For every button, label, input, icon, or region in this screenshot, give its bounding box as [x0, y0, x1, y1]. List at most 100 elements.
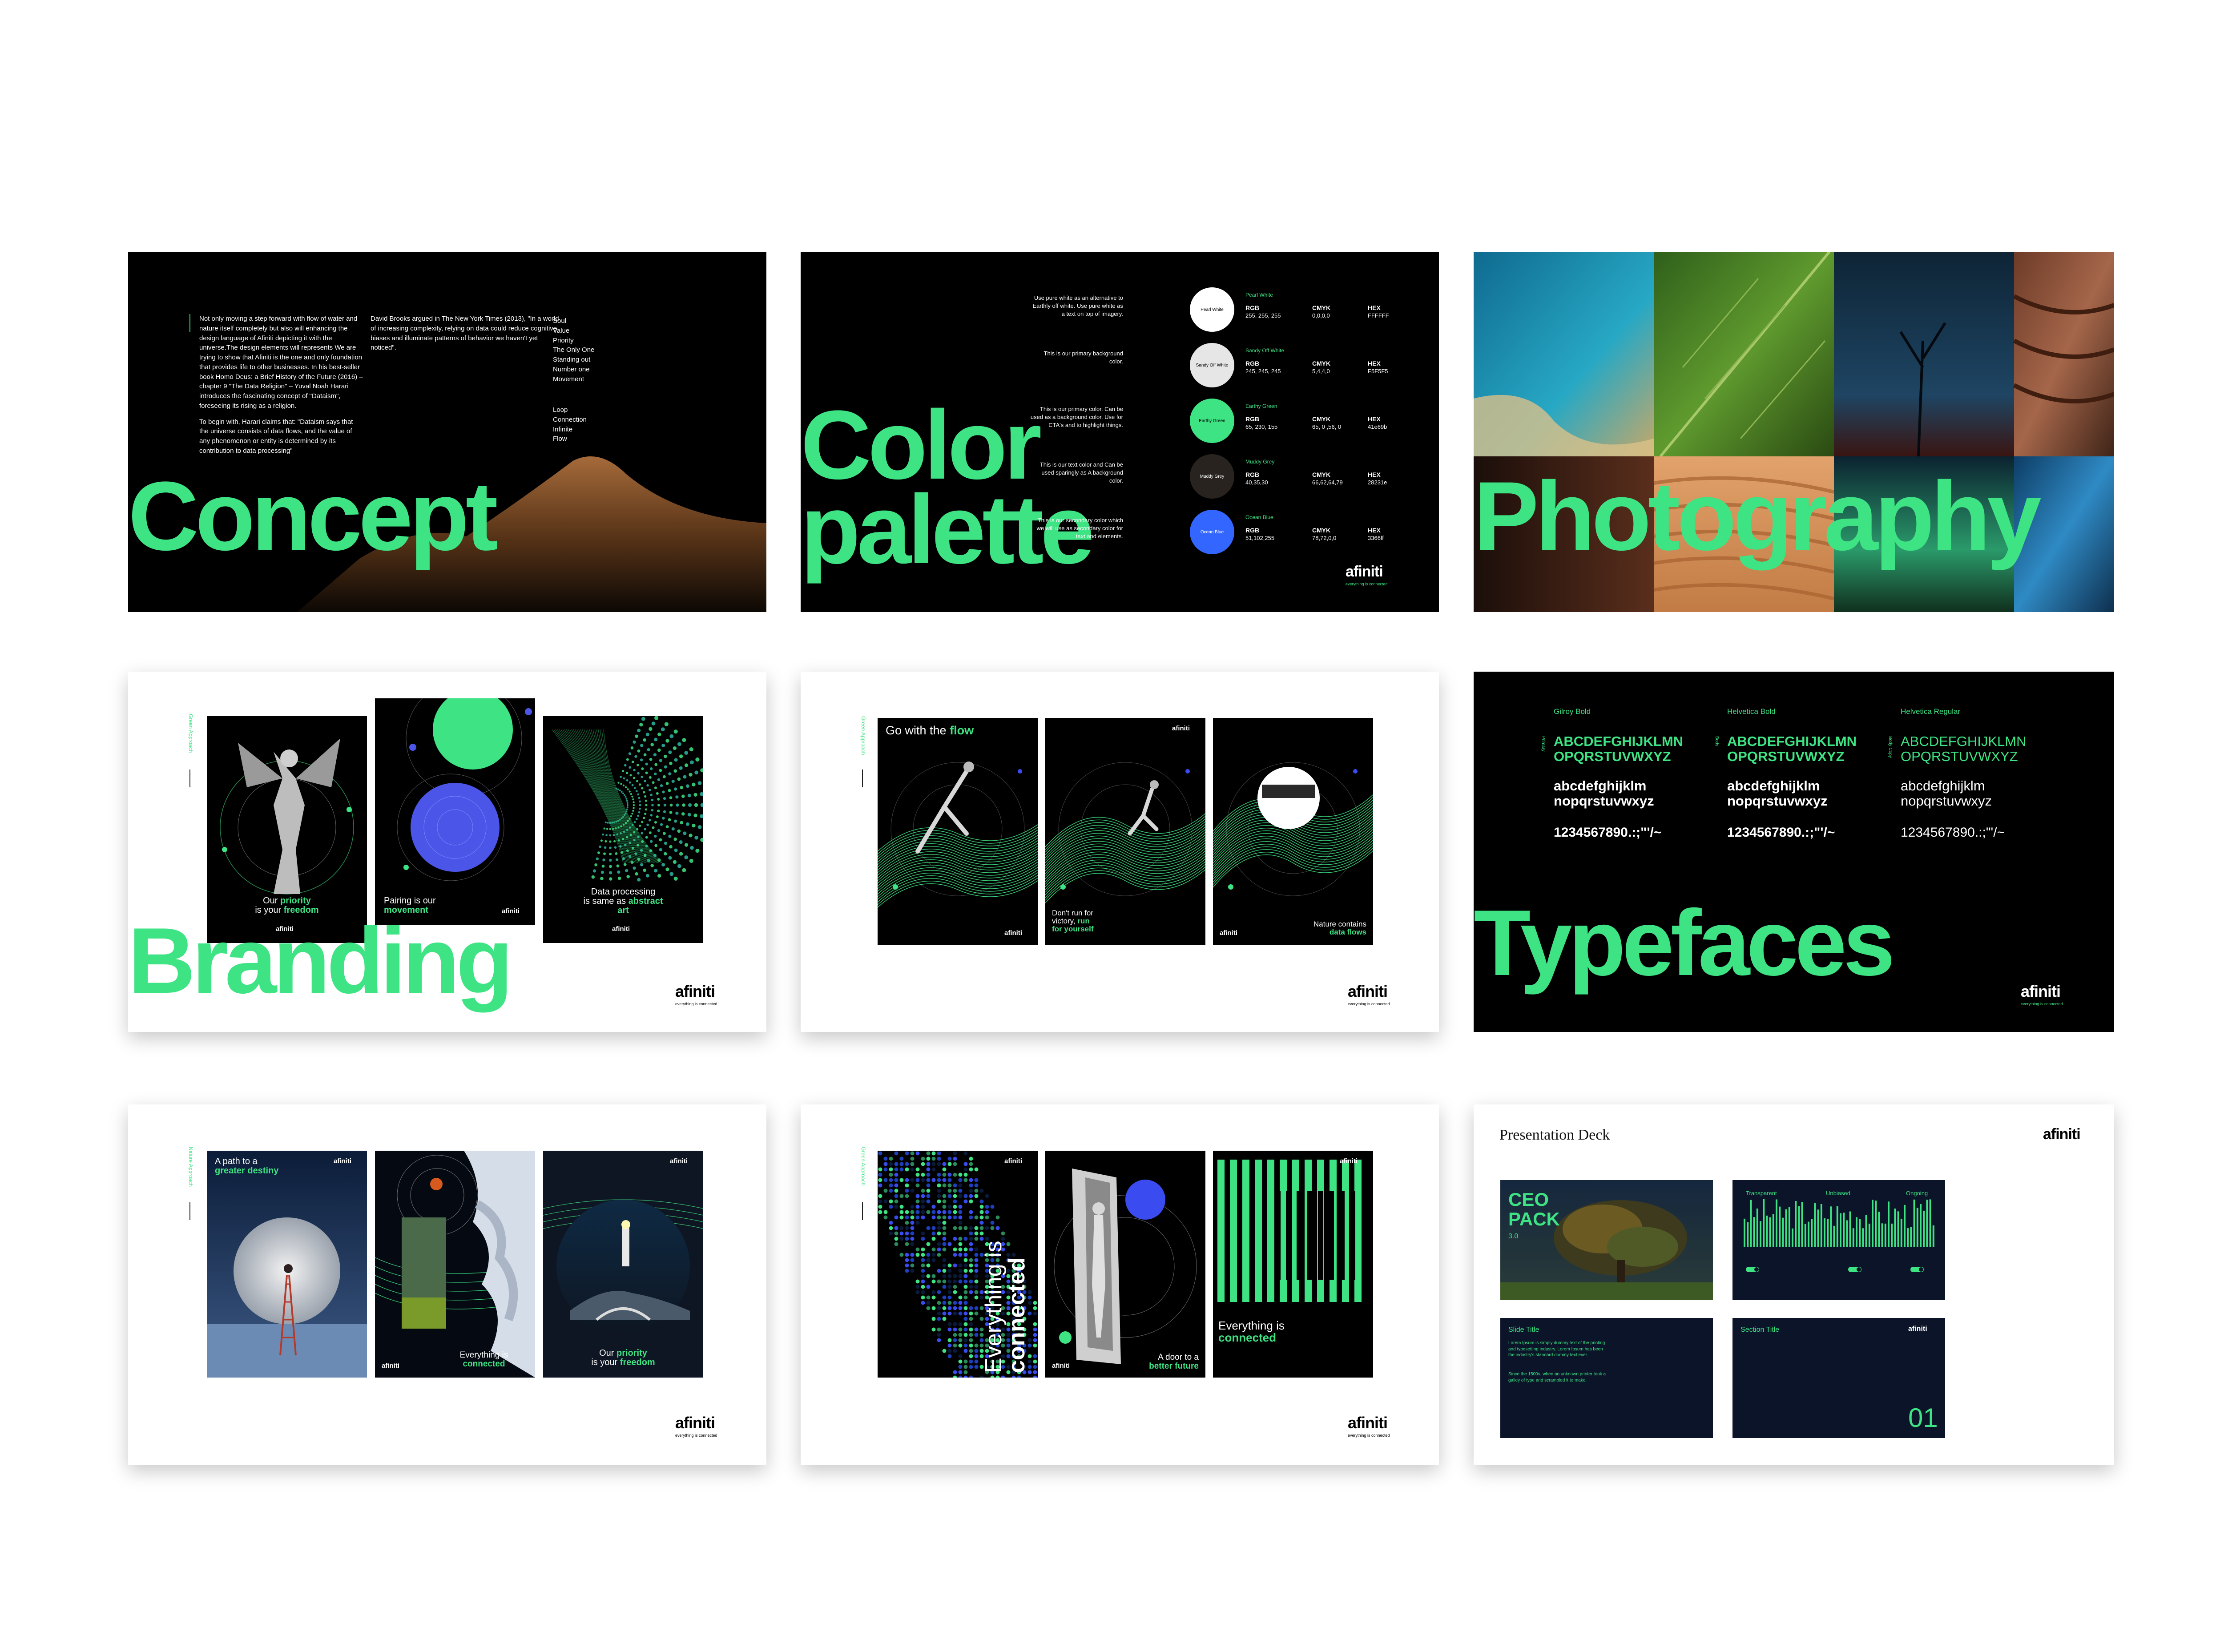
caption-text: is same as: [583, 896, 629, 906]
caption-text: Pairing is our: [384, 896, 436, 906]
slide-typefaces[interactable]: Gilroy Bold Primary ABCDEFGHIJKLMN OPQRSTU…: [1474, 672, 2114, 1032]
poster-stripes[interactable]: afiniti Everything is connected: [1213, 1151, 1373, 1378]
poster-door[interactable]: afiniti A door to a better future: [1045, 1151, 1205, 1378]
typeface-name: Helvetica Regular: [1901, 707, 1961, 716]
poster-nature-data[interactable]: afiniti Nature contains data flows: [1213, 718, 1373, 945]
list-item: The Only One: [553, 346, 595, 354]
hex-value: FFFFFF: [1368, 312, 1389, 319]
caption-highlight: connected: [1004, 1257, 1030, 1373]
typeface-name: Gilroy Bold: [1554, 707, 1591, 716]
poster-logo: afiniti: [1172, 725, 1190, 732]
poster-surfer[interactable]: afiniti Don't run for victory, run for y…: [1045, 718, 1205, 945]
swatch-label: Earthy Green: [1199, 419, 1225, 423]
list-item: Priority: [553, 336, 574, 344]
color-description: This is our text color and Can be used s…: [1039, 461, 1123, 484]
list-item: Connection: [553, 415, 587, 423]
cmyk-value: 0,0,0,0: [1312, 312, 1330, 319]
numeric-sample: 1234567890.:;"'/~: [1901, 825, 2005, 840]
slide-nature-posters[interactable]: Nature Approach A path to a greater dest…: [128, 1104, 766, 1465]
caption-text: Everything is: [981, 1241, 1007, 1373]
cmyk-key: CMYK: [1312, 360, 1331, 367]
slide-color-palette[interactable]: Color palette Use pure white as an alter…: [801, 252, 1439, 612]
caption-highlight: art: [617, 906, 629, 915]
caption-text: A path to a: [215, 1156, 258, 1166]
caption-highlight: freedom: [620, 1358, 655, 1367]
slide-photography[interactable]: Photography: [1474, 252, 2114, 612]
caption-text: victory,: [1052, 916, 1078, 925]
afiniti-tagline: everything is connected: [2021, 1002, 2063, 1006]
deck-card-ceo-pack[interactable]: CEO PACK 3.0: [1500, 1180, 1713, 1300]
color-description: This is our primary color. Can be used a…: [1030, 406, 1123, 429]
swatch-label: Pearl White: [1201, 307, 1224, 312]
pack-text: PACK: [1508, 1209, 1560, 1230]
poster-pixels[interactable]: Everything is connected afiniti: [878, 1151, 1038, 1378]
card-title: Section Title: [1741, 1326, 1780, 1334]
caption-highlight: run: [1077, 916, 1090, 925]
poster-logo: afiniti: [1340, 1157, 1358, 1165]
diver-image: [878, 718, 1038, 945]
slide-flow-posters[interactable]: Green Approach Go with the flow afiniti …: [801, 672, 1439, 1032]
hex-key: HEX: [1368, 360, 1381, 367]
card-body-2: Since the 1500s, when an unknown printer…: [1508, 1372, 1606, 1383]
hex-value: 41e69b: [1368, 423, 1387, 430]
slide-branding[interactable]: Green Approach Our priority is your free…: [128, 672, 766, 1032]
typeface-role: Body: [1714, 736, 1719, 746]
poster-caption: Go with the flow: [886, 724, 974, 737]
poster-lighthouse[interactable]: afiniti Our priority is your freedom: [543, 1151, 703, 1378]
rgb-key: RGB: [1245, 360, 1260, 367]
divider-line: [862, 770, 863, 787]
hex-value: F5F5F5: [1368, 368, 1388, 375]
door-man-image: [1045, 1151, 1205, 1378]
poster-data-art[interactable]: Data processing is same as abstract art …: [543, 716, 703, 943]
slide-presentation-deck[interactable]: Presentation Deck afiniti CEO PACK 3.0 T…: [1474, 1104, 2114, 1465]
rgb-value: 40,35,30: [1245, 479, 1268, 486]
afiniti-logo: afiniti: [675, 982, 715, 1000]
deck-card-slide-title[interactable]: Slide Title Lorem Ipsum is simply dummy …: [1500, 1318, 1713, 1438]
concept-paragraph-1: Not only moving a step forward with flow…: [199, 315, 363, 410]
uppercase-sample: ABCDEFGHIJKLMN OPQRSTUVWXYZ: [1727, 733, 1857, 765]
ceo-pack-title: CEO PACK: [1508, 1189, 1560, 1230]
poster-caption: A door to a better future: [1149, 1353, 1199, 1371]
poster-caption: Don't run for victory, run for yourself: [1052, 909, 1094, 933]
poster-spheres[interactable]: Pairing is our movement afiniti: [375, 698, 535, 925]
color-name: Ocean Blue: [1245, 514, 1273, 520]
poster-clouds[interactable]: afiniti Everything is connected: [375, 1151, 535, 1378]
deck-card-section-title[interactable]: Section Title afiniti 01: [1732, 1318, 1945, 1438]
poster-moon[interactable]: A path to a greater destiny afiniti: [207, 1151, 367, 1378]
divider-line: [189, 314, 190, 332]
slide-concept[interactable]: Not only moving a step forward with flow…: [128, 252, 766, 612]
poster-caption: Everything is connected: [1218, 1319, 1285, 1344]
hex-key: HEX: [1368, 304, 1381, 311]
deck-card-chart[interactable]: Transparent Unbiased Ongoing: [1732, 1180, 1945, 1300]
list-item: Number one: [553, 365, 590, 373]
ceo-text: CEO: [1508, 1189, 1549, 1210]
afiniti-logo: afiniti: [2043, 1126, 2081, 1143]
card-logo: afiniti: [1908, 1325, 1927, 1333]
color-description: This is our secondary color which we wil…: [1036, 517, 1123, 540]
cmyk-key: CMYK: [1312, 304, 1331, 311]
cmyk-key: CMYK: [1312, 471, 1331, 478]
lighthouse-image: [543, 1151, 703, 1378]
uppercase-sample: ABCDEFGHIJKLMN OPQRSTUVWXYZ: [1901, 733, 2027, 765]
poster-caption: A path to a greater destiny: [215, 1157, 278, 1176]
concept-list-1: Soul Value Priority The Only One Standin…: [553, 316, 594, 384]
poster-diver[interactable]: Go with the flow afiniti: [878, 718, 1038, 945]
lowercase-sample: abcdefghijklm nopqrstuvwxyz: [1727, 778, 1828, 809]
slide-digital-posters[interactable]: Green Approach Everything is connected a…: [801, 1104, 1439, 1465]
rgb-key: RGB: [1245, 527, 1260, 534]
caption-text: A door to a: [1158, 1353, 1199, 1362]
section-number: 01: [1908, 1403, 1938, 1433]
caption-highlight: priority: [280, 896, 311, 906]
color-name: Pearl White: [1245, 292, 1273, 298]
cmyk-value: 65, 0 ,56, 0: [1312, 423, 1342, 430]
version-label: 3.0: [1508, 1233, 1519, 1240]
color-description: Use pure white as an alternative to Eart…: [1032, 294, 1123, 318]
divider-line: [189, 770, 190, 787]
afiniti-logo: afiniti: [2021, 982, 2061, 1000]
hex-value: 3366ff: [1368, 535, 1384, 541]
color-name: Earthy Green: [1245, 403, 1277, 409]
vertical-label: Green Approach: [188, 714, 194, 753]
caption-highlight: connected: [463, 1359, 505, 1369]
afiniti-tagline: everything is connected: [1346, 582, 1388, 586]
poster-logo: afiniti: [1220, 929, 1237, 937]
